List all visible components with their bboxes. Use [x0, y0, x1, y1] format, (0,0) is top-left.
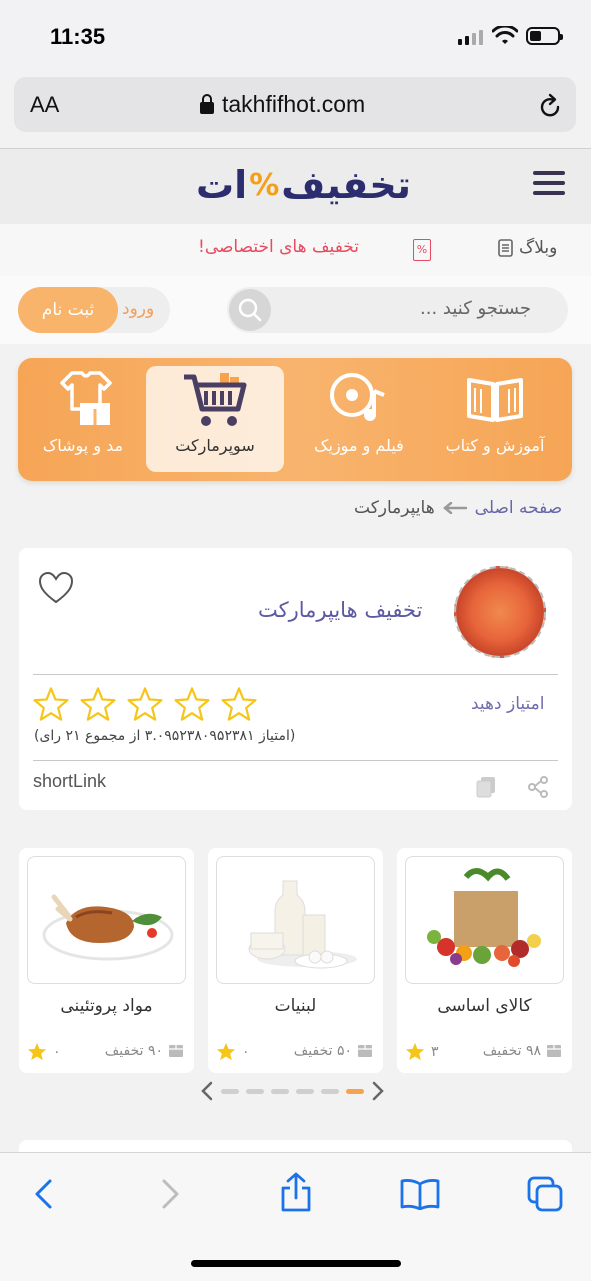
product-deals: ۵۰ تخفیف: [294, 1043, 373, 1059]
share-icon[interactable]: [527, 776, 549, 798]
category-supermarket[interactable]: سوپرمارکت: [146, 366, 284, 472]
login-button[interactable]: ورود: [122, 299, 154, 319]
site-logo[interactable]: تخفیف % ات: [196, 160, 411, 210]
back-icon[interactable]: [32, 1178, 54, 1210]
product-rating-value: ۰: [53, 1043, 61, 1060]
product-deal-count: ۹۸ تخفیف: [482, 1043, 541, 1059]
breadcrumb-home[interactable]: صفحه اصلی: [475, 498, 562, 518]
logo-suffix: ات: [196, 163, 248, 207]
box-icon: [358, 1045, 372, 1057]
product-name: کالای اساسی: [437, 996, 532, 1016]
arrow-left-icon: [442, 502, 467, 514]
product-rating: ۳: [405, 1042, 439, 1061]
product-deal-count: ۹۰ تخفیف: [104, 1043, 163, 1059]
search-icon: [238, 298, 262, 322]
product-card[interactable]: لبنیات ۵۰ تخفیف ۰: [208, 848, 383, 1073]
product-name: لبنیات: [274, 996, 317, 1016]
forward-icon[interactable]: [160, 1178, 182, 1210]
carousel-dot[interactable]: [296, 1088, 314, 1094]
store-title: تخفیف هایپرمارکت: [258, 598, 423, 622]
category-fashion-clothing[interactable]: مد و پوشاک: [14, 366, 152, 472]
star-outline-icon[interactable]: [173, 686, 211, 722]
star-outline-icon[interactable]: [79, 686, 117, 722]
document-icon: [498, 239, 513, 257]
bookmarks-icon[interactable]: [400, 1178, 440, 1210]
product-rating-value: ۰: [242, 1043, 250, 1060]
category-education-books[interactable]: آموزش و کتاب: [426, 366, 564, 472]
rating-stars[interactable]: [32, 686, 258, 722]
product-image-dairy: [216, 856, 375, 984]
carousel-pager: [200, 1081, 385, 1101]
star-icon: [405, 1042, 425, 1061]
carousel-dot[interactable]: [246, 1088, 264, 1094]
logo-percent-icon: %: [249, 167, 280, 203]
share-icon[interactable]: [280, 1172, 312, 1212]
search-button[interactable]: [229, 289, 271, 331]
reload-icon[interactable]: [538, 93, 562, 119]
discount-tag-icon: %: [413, 239, 431, 261]
carousel-dot[interactable]: [221, 1088, 239, 1094]
store-avatar: [454, 566, 546, 658]
product-image-meat: [27, 856, 186, 984]
chevron-right-icon[interactable]: [371, 1081, 385, 1101]
clothes-icon: [60, 371, 112, 425]
search-placeholder: جستجو کنید ...: [420, 298, 532, 319]
product-rating: ۰: [216, 1042, 250, 1061]
wifi-icon: [492, 26, 518, 44]
product-rating-value: ۳: [431, 1043, 439, 1060]
product-deals: ۹۸ تخفیف: [483, 1043, 562, 1059]
product-rating: ۰: [27, 1042, 61, 1061]
star-icon: [216, 1042, 236, 1061]
carousel-dot[interactable]: [321, 1088, 339, 1094]
disc-music-icon: [330, 373, 385, 421]
exclusive-deals-link[interactable]: تخفیف های اختصاصی!: [198, 237, 359, 257]
product-deal-count: ۵۰ تخفیف: [293, 1043, 352, 1059]
status-time: 11:35: [50, 24, 106, 49]
product-deals: ۹۰ تخفیف: [105, 1043, 184, 1059]
signup-button[interactable]: ثبت نام: [18, 287, 118, 333]
blog-link[interactable]: وبلاگ: [498, 238, 557, 258]
star-outline-icon[interactable]: [220, 686, 258, 722]
book-icon: [467, 378, 523, 422]
product-name: مواد پروتئینی: [60, 996, 153, 1016]
cart-icon: [184, 373, 247, 426]
hamburger-menu-icon[interactable]: [533, 171, 565, 201]
carousel-dot[interactable]: [346, 1088, 364, 1094]
home-indicator: [191, 1260, 401, 1267]
battery-icon: [526, 27, 563, 45]
copy-icon[interactable]: [476, 776, 496, 798]
url-display[interactable]: takhfifhot.com: [200, 91, 365, 118]
tabs-icon[interactable]: [527, 1176, 563, 1212]
breadcrumb: صفحه اصلی هایپرمارکت: [354, 498, 562, 518]
category-label: مد و پوشاک: [42, 436, 124, 455]
divider: [33, 760, 558, 761]
rate-label: امتیاز دهید: [471, 694, 545, 714]
carousel-dot[interactable]: [271, 1088, 289, 1094]
text-size-button[interactable]: AA: [30, 92, 59, 118]
cellular-signal-icon: [458, 30, 483, 45]
chevron-left-icon[interactable]: [200, 1081, 214, 1101]
breadcrumb-current: هایپرمارکت: [354, 498, 435, 518]
category-label: سوپرمارکت: [175, 436, 255, 455]
box-icon: [169, 1045, 183, 1057]
box-icon: [547, 1045, 561, 1057]
star-icon: [27, 1042, 47, 1061]
logo-text: تخفیف: [281, 163, 412, 207]
rating-summary: (امتیاز ۳.۰۹۵۲۳۸۰۹۵۲۳۸۱ از مجموع ۲۱ رای): [34, 728, 296, 744]
product-card[interactable]: مواد پروتئینی ۹۰ تخفیف ۰: [19, 848, 194, 1073]
lock-icon: [200, 93, 214, 114]
url-text: takhfifhot.com: [222, 91, 366, 117]
short-link[interactable]: shortLink: [33, 771, 106, 792]
product-image-groceries: [405, 856, 564, 984]
heart-icon[interactable]: [38, 572, 74, 604]
category-label: آموزش و کتاب: [445, 436, 545, 455]
divider: [33, 674, 558, 675]
blog-label: وبلاگ: [519, 238, 558, 258]
star-outline-icon[interactable]: [126, 686, 164, 722]
category-label: فیلم و موزیک: [314, 436, 404, 455]
star-outline-icon[interactable]: [32, 686, 70, 722]
category-film-music[interactable]: فیلم و موزیک: [290, 366, 428, 472]
product-card[interactable]: کالای اساسی ۹۸ تخفیف ۳: [397, 848, 572, 1073]
